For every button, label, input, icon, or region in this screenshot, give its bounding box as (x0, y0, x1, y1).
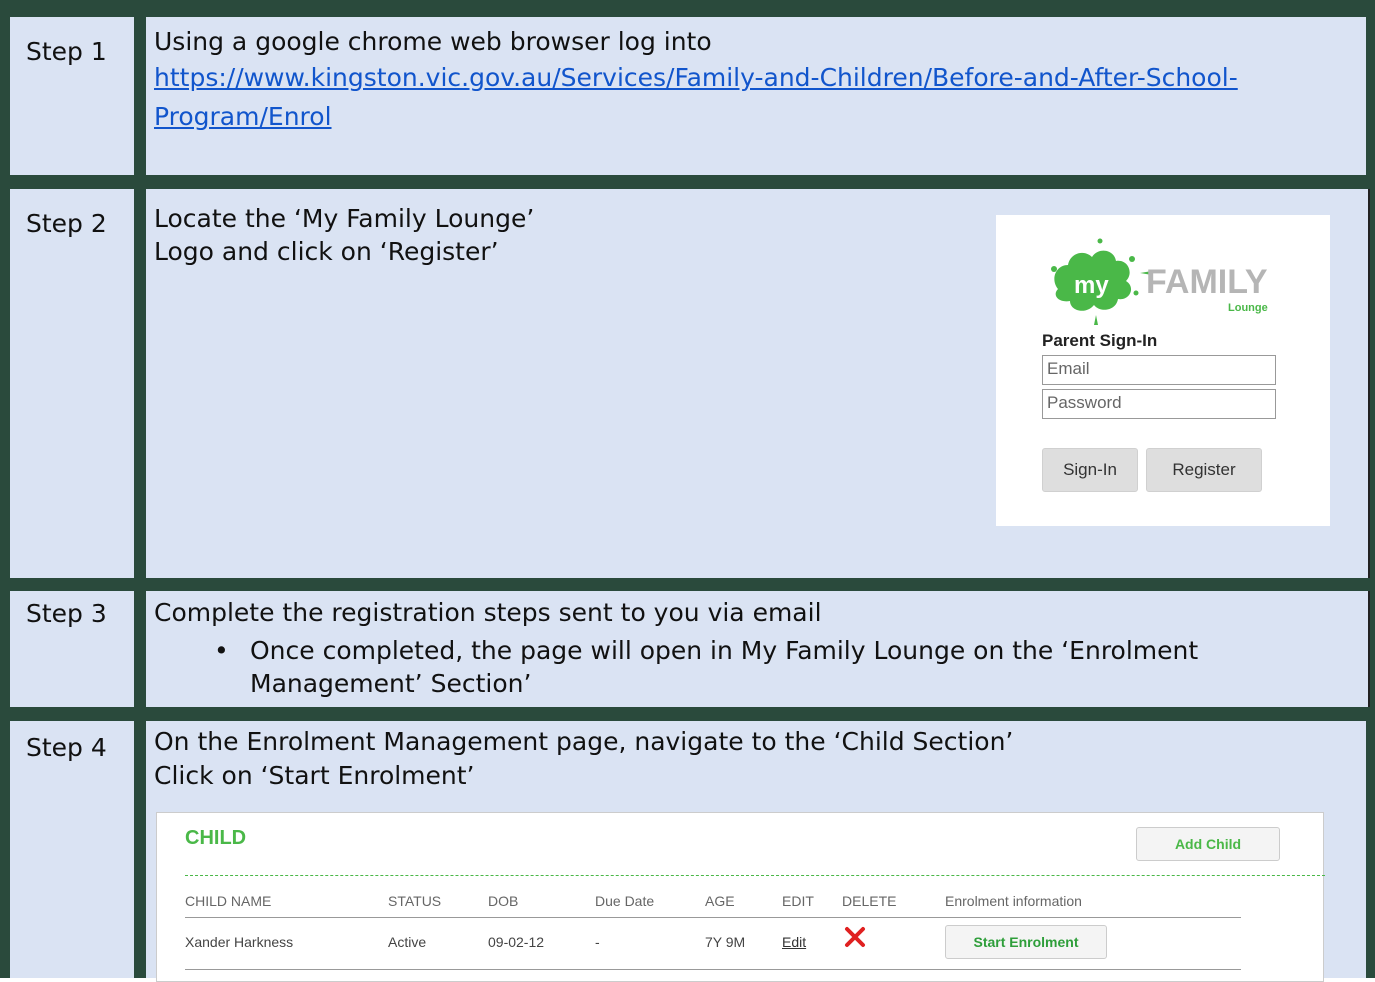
step-text: On the Enrolment Management page, naviga… (154, 727, 1014, 756)
child-name-cell: Xander Harkness (185, 934, 294, 950)
step-row-1: Step 1 Using a google chrome web browser… (0, 0, 1375, 185)
bullet-text: Once completed, the page will open in My… (250, 636, 1199, 665)
email-field[interactable]: Email (1042, 355, 1276, 385)
step-label: Step 1 (26, 37, 107, 66)
step-row-2: Step 2 Locate the ‘My Family Lounge’ Log… (0, 185, 1375, 587)
child-section-title: CHILD (185, 827, 247, 849)
delete-icon[interactable] (843, 925, 867, 949)
step-row-4: Step 4 On the Enrolment Management page,… (0, 711, 1375, 982)
status-cell: Active (388, 934, 427, 950)
step-content-cell: Locate the ‘My Family Lounge’ Logo and c… (146, 189, 1370, 578)
my-family-lounge-logo: my FAMILY Lounge (1051, 238, 1268, 325)
start-enrolment-button[interactable]: Start Enrolment (945, 925, 1107, 959)
table-divider (185, 917, 1241, 918)
table-divider (185, 969, 1241, 970)
parent-signin-title: Parent Sign-In (1042, 331, 1158, 350)
section-divider (185, 875, 1325, 876)
enrol-link-line1[interactable]: https://www.kingston.vic.gov.au/Services… (154, 61, 1238, 94)
bullet-text-continued: Management’ Section’ (250, 669, 532, 698)
logo-family-text: FAMILY (1146, 263, 1268, 301)
step-content-cell: Complete the registration steps sent to … (146, 591, 1370, 707)
column-header: Due Date (595, 893, 655, 909)
bullet-dot-icon: • (214, 636, 229, 665)
due-date-cell: - (595, 934, 600, 950)
step-label-cell: Step 1 (10, 17, 134, 175)
column-header: AGE (705, 893, 735, 909)
step-text: Complete the registration steps sent to … (154, 598, 822, 627)
step-label: Step 2 (26, 209, 107, 238)
step-label: Step 3 (26, 599, 107, 628)
step-row-3: Step 3 Complete the registration steps s… (0, 587, 1375, 711)
step-text: Using a google chrome web browser log in… (154, 27, 712, 56)
logo-lounge-text: Lounge (1228, 302, 1268, 314)
child-section-panel: CHILD Add Child CHILD NAME STATUS DOB Du… (156, 812, 1325, 982)
step-content-cell: Using a google chrome web browser log in… (146, 17, 1366, 175)
step-content-cell: On the Enrolment Management page, naviga… (146, 721, 1366, 982)
column-header: DOB (488, 893, 519, 909)
column-header: DELETE (842, 893, 897, 909)
column-header: EDIT (782, 893, 814, 909)
column-header: STATUS (388, 893, 442, 909)
step-text: Locate the ‘My Family Lounge’ (154, 204, 535, 233)
logo-my-text: my (1074, 272, 1109, 299)
add-child-button[interactable]: Add Child (1136, 827, 1280, 861)
age-cell: 7Y 9M (705, 934, 746, 950)
password-field[interactable]: Password (1042, 389, 1276, 419)
step-text: Logo and click on ‘Register’ (154, 237, 499, 266)
step-label-cell: Step 3 (10, 591, 134, 707)
enrol-link-line2[interactable]: Program/Enrol (154, 100, 332, 133)
step-text: Click on ‘Start Enrolment’ (154, 761, 475, 790)
instruction-document: Step 1 Using a google chrome web browser… (0, 0, 1375, 982)
column-header: Enrolment information (945, 893, 1082, 909)
step-label: Step 4 (26, 733, 107, 762)
step-label-cell: Step 4 (10, 721, 134, 978)
register-button[interactable]: Register (1146, 448, 1262, 492)
step-label-cell: Step 2 (10, 189, 134, 578)
column-header: CHILD NAME (185, 893, 272, 909)
family-lounge-login-widget: my FAMILY Lounge Parent Sign-In Email Pa… (996, 215, 1330, 526)
bullet-item: • Once completed, the page will open in … (214, 634, 1199, 667)
signin-button[interactable]: Sign-In (1042, 448, 1138, 492)
edit-link[interactable]: Edit (782, 934, 806, 950)
dob-cell: 09-02-12 (488, 934, 545, 950)
